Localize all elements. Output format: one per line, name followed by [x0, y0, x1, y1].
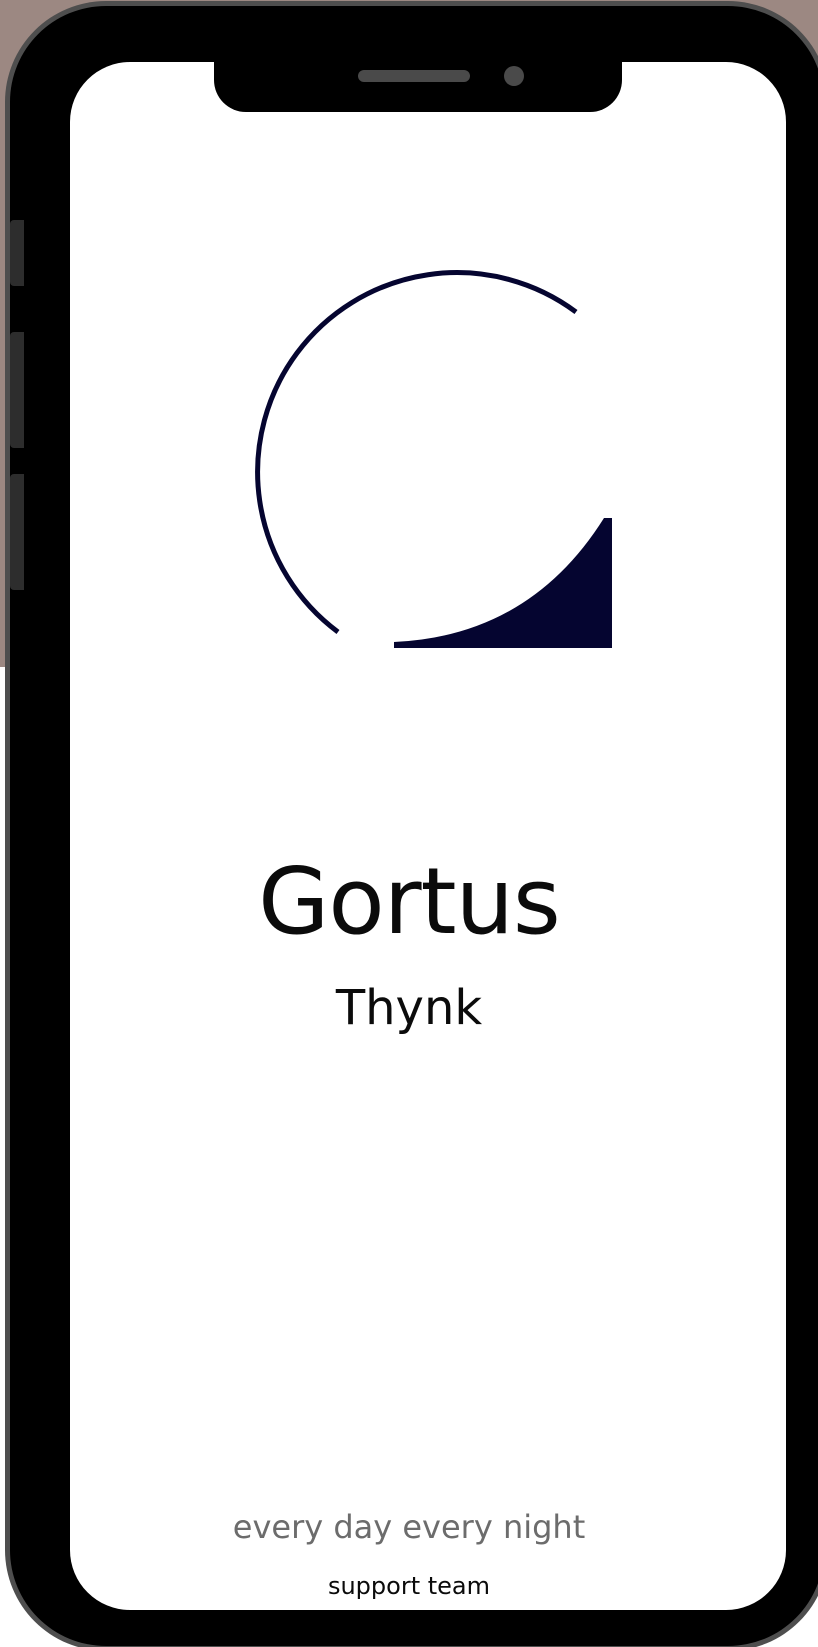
notch — [214, 50, 622, 112]
speaker-grille — [358, 70, 470, 82]
app-title: Gortus — [258, 848, 561, 955]
front-camera — [504, 66, 524, 86]
mute-switch — [10, 220, 24, 286]
app-subtitle: Thynk — [335, 980, 483, 1036]
volume-down-button — [10, 474, 24, 590]
gortus-g-logo-icon — [255, 270, 612, 648]
tagline: every day every night — [232, 1508, 586, 1546]
volume-up-button — [10, 332, 24, 448]
support-team-label: support team — [327, 1572, 491, 1600]
